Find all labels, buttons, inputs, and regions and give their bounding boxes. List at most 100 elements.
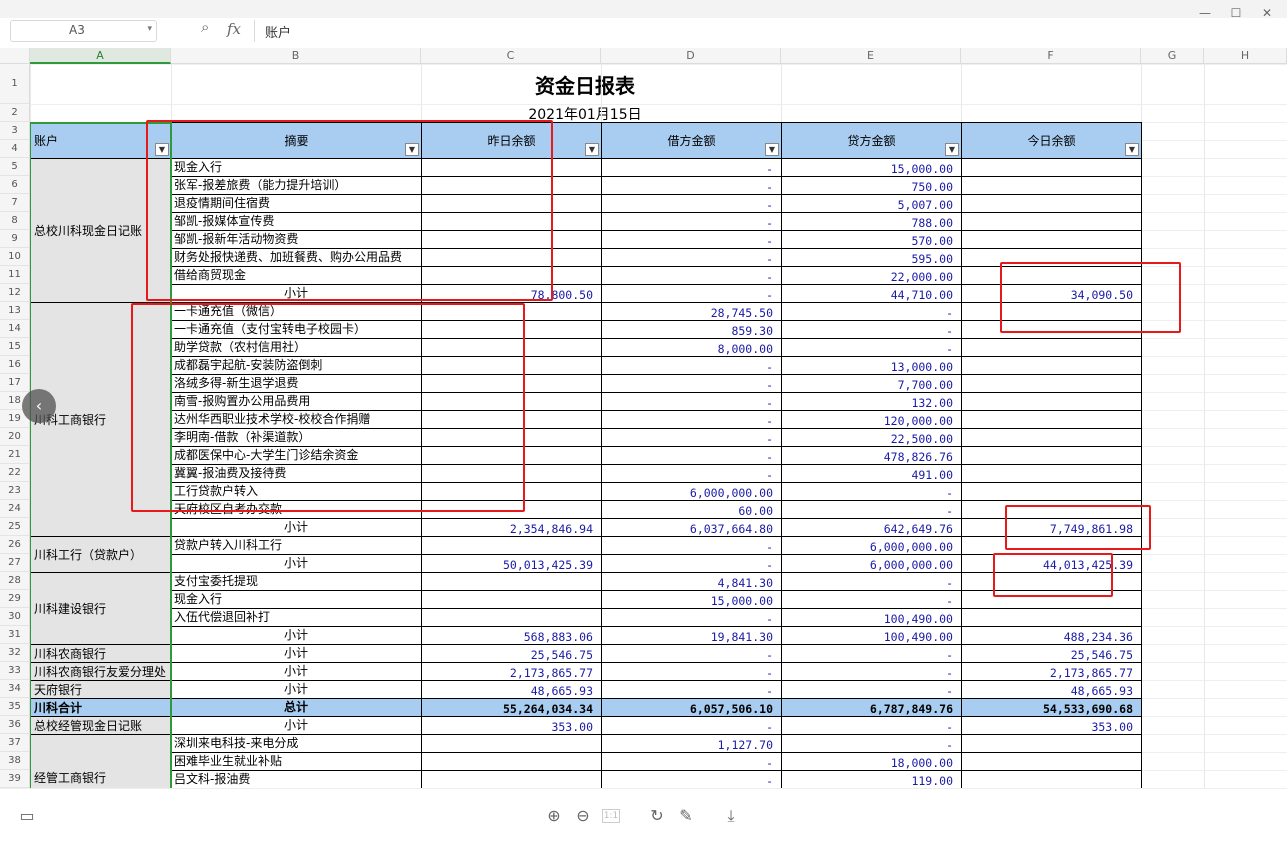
row-header-12[interactable]: 12 <box>0 284 30 302</box>
row-header-17[interactable]: 17 <box>0 374 30 392</box>
table-border <box>171 752 1142 753</box>
table-border <box>171 680 1142 681</box>
column-header-C[interactable]: C <box>421 48 601 64</box>
table-border <box>171 662 1142 663</box>
summary-cell[interactable]: 入伍代偿退回补打 <box>174 608 420 626</box>
column-header-G[interactable]: G <box>1141 48 1204 64</box>
row-header-38[interactable]: 38 <box>0 752 30 770</box>
table-border <box>171 698 1142 699</box>
rotate-icon[interactable]: ↻ <box>646 805 668 827</box>
column-header-E[interactable]: E <box>781 48 961 64</box>
bottom-toolbar: ▭ ⊕ ⊖ 1:1 ↻ ✎ ⤓ <box>0 788 1287 847</box>
summary-cell[interactable]: 深圳来电科技-来电分成 <box>174 734 420 752</box>
table-border <box>171 518 1142 519</box>
formula-bar: A3 ▾ ⌕ fx 账户 <box>0 18 1287 44</box>
header-label: 今日余额 <box>1027 134 1076 148</box>
name-box[interactable]: A3 ▾ <box>10 20 157 42</box>
table-border <box>171 608 1142 609</box>
column-header-B[interactable]: B <box>171 48 421 64</box>
row-header-30[interactable]: 30 <box>0 608 30 626</box>
credit-cell[interactable]: 119.00 <box>783 772 953 788</box>
edit-icon[interactable]: ✎ <box>675 805 697 827</box>
summary-cell[interactable]: 小计 <box>174 662 420 680</box>
column-header-F[interactable]: F <box>961 48 1141 64</box>
table-border <box>171 626 1142 627</box>
summary-cell[interactable]: 贷款户转入川科工行 <box>174 536 420 554</box>
row-header-6[interactable]: 6 <box>0 176 30 194</box>
summary-cell[interactable]: 小计 <box>174 716 420 734</box>
row-header-37[interactable]: 37 <box>0 734 30 752</box>
formula-input[interactable]: 账户 <box>254 20 1284 42</box>
row-header-39[interactable]: 39 <box>0 770 30 788</box>
row-header-2[interactable]: 2 <box>0 104 30 122</box>
row-header-23[interactable]: 23 <box>0 482 30 500</box>
prev-nav-button[interactable]: ‹ <box>22 389 56 423</box>
row-header-8[interactable]: 8 <box>0 212 30 230</box>
row-header-20[interactable]: 20 <box>0 428 30 446</box>
summary-cell[interactable]: 支付宝委托提现 <box>174 572 420 590</box>
table-border <box>171 734 1142 735</box>
row-header-7[interactable]: 7 <box>0 194 30 212</box>
row-header-29[interactable]: 29 <box>0 590 30 608</box>
prev-balance-cell[interactable] <box>423 772 593 788</box>
table-border <box>781 122 782 788</box>
actual-size-icon[interactable]: 1:1 <box>602 809 620 823</box>
column-header-H[interactable]: H <box>1204 48 1287 64</box>
row-header-28[interactable]: 28 <box>0 572 30 590</box>
column-header-A[interactable]: A <box>30 48 171 64</box>
row-header-13[interactable]: 13 <box>0 302 30 320</box>
row-header-24[interactable]: 24 <box>0 500 30 518</box>
chevron-down-icon[interactable]: ▾ <box>147 24 152 34</box>
header-label: 贷方金额 <box>847 134 896 148</box>
table-border <box>961 122 962 788</box>
summary-cell[interactable]: 小计 <box>174 644 420 662</box>
zoom-out-icon[interactable]: ⊖ <box>572 805 594 827</box>
row-header-16[interactable]: 16 <box>0 356 30 374</box>
row-header-3[interactable]: 3 <box>0 122 30 140</box>
select-all-corner[interactable] <box>0 48 30 64</box>
row-header-25[interactable]: 25 <box>0 518 30 536</box>
row-header-4[interactable]: 4 <box>0 140 30 158</box>
row-header-21[interactable]: 21 <box>0 446 30 464</box>
row-header-32[interactable]: 32 <box>0 644 30 662</box>
zoom-in-icon[interactable]: ⊕ <box>543 805 565 827</box>
panel-icon[interactable]: ▭ <box>16 805 38 827</box>
today-balance-cell[interactable] <box>963 772 1133 788</box>
debit-cell[interactable]: - <box>603 772 773 788</box>
summary-cell[interactable]: 吕文科-报油费 <box>174 770 420 788</box>
row-header-1[interactable]: 1 <box>0 64 30 104</box>
row-header-10[interactable]: 10 <box>0 248 30 266</box>
filter-dropdown-icon[interactable]: ▼ <box>585 143 599 156</box>
row-header-15[interactable]: 15 <box>0 338 30 356</box>
table-border <box>171 716 1142 717</box>
row-header-11[interactable]: 11 <box>0 266 30 284</box>
filter-dropdown-icon[interactable]: ▼ <box>1125 143 1139 156</box>
annotation-box <box>146 120 553 301</box>
row-header-14[interactable]: 14 <box>0 320 30 338</box>
summary-cell[interactable]: 困难毕业生就业补贴 <box>174 752 420 770</box>
row-header-35[interactable]: 35 <box>0 698 30 716</box>
spreadsheet-grid[interactable]: 资金日报表 2021年01月15日 账户 ▼ 摘要 ▼ 昨日余额 ▼ 借方金额 ▼ 贷方金额 ▼ 今… <box>30 64 1287 788</box>
summary-cell[interactable]: 小计 <box>174 626 420 644</box>
column-header-D[interactable]: D <box>601 48 781 64</box>
row-header-26[interactable]: 26 <box>0 536 30 554</box>
zoom-search-icon[interactable]: ⌕ <box>201 18 209 36</box>
filter-dropdown-icon[interactable]: ▼ <box>765 143 779 156</box>
download-icon[interactable]: ⤓ <box>720 805 742 827</box>
row-header-9[interactable]: 9 <box>0 230 30 248</box>
summary-cell[interactable]: 现金入行 <box>174 590 420 608</box>
filter-dropdown-icon[interactable]: ▼ <box>945 143 959 156</box>
row-header-31[interactable]: 31 <box>0 626 30 644</box>
summary-cell[interactable]: 小计 <box>174 518 420 536</box>
row-header-5[interactable]: 5 <box>0 158 30 176</box>
row-header-22[interactable]: 22 <box>0 464 30 482</box>
table-border <box>171 644 1142 645</box>
summary-cell[interactable]: 小计 <box>174 680 420 698</box>
row-header-36[interactable]: 36 <box>0 716 30 734</box>
summary-cell[interactable]: 总计 <box>174 698 420 716</box>
row-header-27[interactable]: 27 <box>0 554 30 572</box>
row-header-34[interactable]: 34 <box>0 680 30 698</box>
header-debit: 借方金额 ▼ <box>601 122 782 159</box>
summary-cell[interactable]: 小计 <box>174 554 420 572</box>
row-header-33[interactable]: 33 <box>0 662 30 680</box>
